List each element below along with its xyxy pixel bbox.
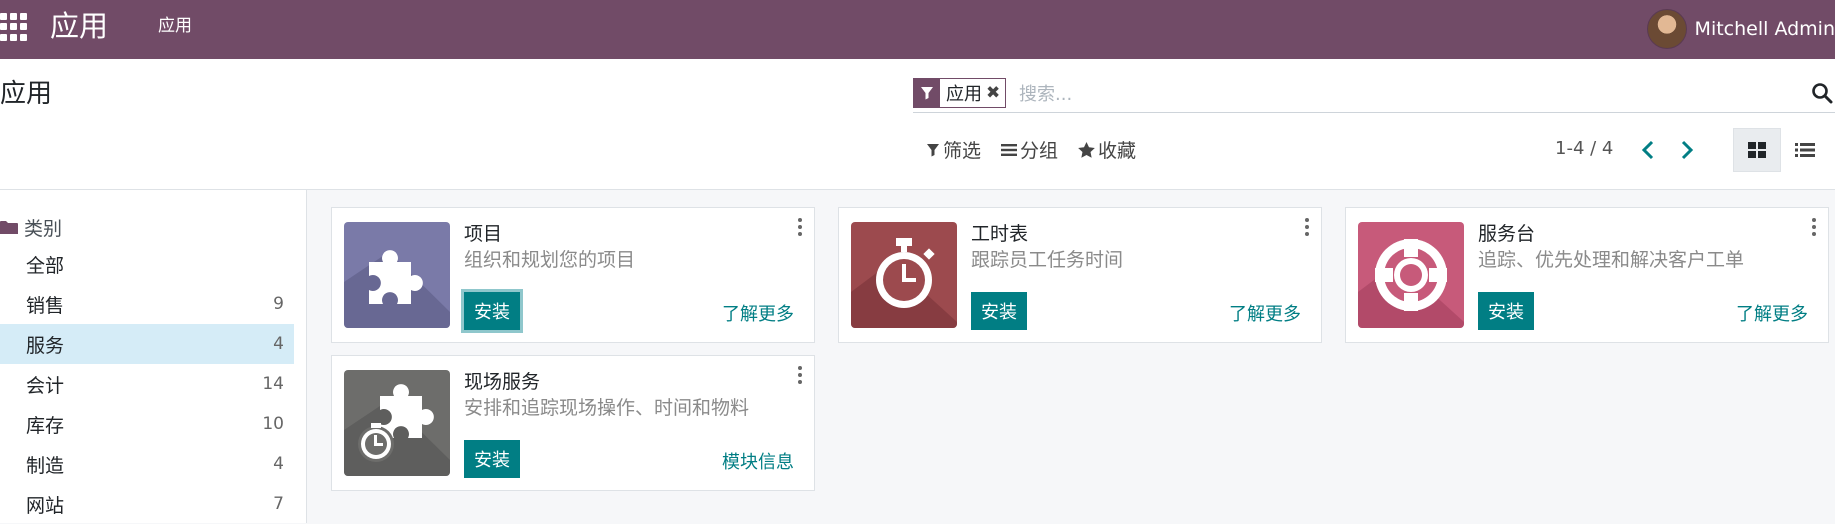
card-description: 组织和规划您的项目: [464, 249, 636, 271]
sidebar-item-website[interactable]: 网站 7: [0, 484, 294, 524]
card-description: 追踪、优先处理和解决客户工单: [1478, 249, 1745, 271]
stopwatch-icon: [851, 222, 957, 328]
favorites-label: 收藏: [1098, 140, 1137, 162]
card-menu-icon[interactable]: [1303, 217, 1311, 237]
sidebar-item-inventory[interactable]: 库存 10: [0, 404, 294, 444]
filters-button[interactable]: 筛选: [926, 136, 981, 163]
app-brand: 应用: [50, 9, 109, 43]
category-header: 类别: [0, 214, 62, 241]
card-title: 工时表: [971, 223, 1029, 245]
list-view-button[interactable]: [1781, 128, 1829, 172]
sidebar-item-count: 7: [273, 494, 284, 514]
pager-previous-button[interactable]: [1633, 135, 1663, 165]
sidebar-item-services[interactable]: 服务 4: [0, 324, 294, 364]
sidebar-item-sales[interactable]: 销售 9: [0, 284, 294, 324]
pager-next-button[interactable]: [1672, 135, 1702, 165]
sidebar-item-accounting[interactable]: 会计 14: [0, 364, 294, 404]
facet-remove-icon[interactable]: ✖: [986, 83, 1005, 103]
kanban-grid-icon: [1748, 142, 1766, 158]
app-card-project: 项目 组织和规划您的项目 安装 了解更多: [331, 207, 815, 343]
install-button[interactable]: 安装: [464, 292, 520, 330]
card-menu-icon[interactable]: [796, 365, 804, 385]
filters-label: 筛选: [943, 140, 982, 162]
category-sidebar: 类别 全部 销售 9 服务 4 会计 14 库存 10 制造 4 网站 7: [0, 190, 307, 523]
favorites-button[interactable]: 收藏: [1078, 136, 1136, 163]
puzzle-icon: [344, 222, 450, 328]
nav-menu-apps[interactable]: 应用: [158, 15, 192, 37]
sidebar-item-label: 全部: [26, 254, 65, 277]
avatar: [1646, 9, 1687, 49]
search-input[interactable]: [1017, 79, 1781, 109]
category-header-label: 类别: [24, 218, 63, 240]
user-menu[interactable]: Mitchell Admin: [1646, 7, 1835, 51]
card-title: 现场服务: [464, 371, 541, 393]
top-navbar: 应用 应用 Mitchell Admin: [0, 0, 1835, 59]
app-card-timesheet: 工时表 跟踪员工任务时间 安装 了解更多: [838, 207, 1322, 343]
sidebar-item-label: 会计: [26, 374, 65, 397]
sidebar-item-count: 4: [273, 454, 284, 474]
learn-more-link[interactable]: 了解更多: [1229, 300, 1301, 326]
facet-label: 应用: [946, 84, 982, 105]
sidebar-item-label: 销售: [26, 294, 65, 317]
card-description: 安排和追踪现场操作、时间和物料: [464, 397, 750, 419]
search-facet: 应用 ✖: [913, 78, 1007, 108]
install-button[interactable]: 安装: [1478, 292, 1534, 330]
lifebuoy-icon: [1358, 222, 1464, 328]
sidebar-item-label: 制造: [26, 454, 65, 477]
app-card-helpdesk: 服务台 追踪、优先处理和解决客户工单 安装 了解更多: [1345, 207, 1829, 343]
page-title: 应用: [0, 79, 53, 109]
search-options: 筛选 分组 收藏: [926, 136, 1136, 163]
search-icon[interactable]: [1811, 82, 1833, 104]
sidebar-item-count: 10: [262, 414, 284, 434]
sidebar-item-count: 9: [273, 294, 284, 314]
sidebar-item-label: 库存: [26, 414, 65, 437]
kanban-view-button[interactable]: [1733, 128, 1781, 172]
apps-menu-icon[interactable]: [0, 13, 28, 41]
app-card-field-service: 现场服务 安排和追踪现场操作、时间和物料 安装 模块信息: [331, 355, 815, 491]
star-icon: [1078, 141, 1095, 158]
puzzle-clock-icon: [344, 370, 450, 476]
learn-more-link[interactable]: 了解更多: [1736, 300, 1808, 326]
sidebar-item-label: 服务: [26, 334, 65, 357]
list-icon: [1001, 143, 1018, 156]
sidebar-item-count: 14: [262, 374, 284, 394]
learn-more-link[interactable]: 了解更多: [722, 300, 794, 326]
view-switcher: [1733, 128, 1829, 172]
search-bar: 应用 ✖: [913, 78, 1835, 113]
user-name: Mitchell Admin: [1694, 18, 1835, 40]
card-menu-icon[interactable]: [1810, 217, 1818, 237]
control-panel: 应用 应用 ✖ 筛选 分组 收藏 1-4 / 4: [0, 59, 1835, 190]
card-menu-icon[interactable]: [796, 217, 804, 237]
chevron-left-icon: [1641, 140, 1654, 160]
filter-icon: [914, 78, 940, 108]
sidebar-item-label: 网站: [26, 494, 65, 517]
sidebar-item-all[interactable]: 全部: [0, 244, 294, 284]
chevron-right-icon: [1681, 140, 1694, 160]
install-button[interactable]: 安装: [464, 440, 520, 478]
install-button[interactable]: 安装: [971, 292, 1027, 330]
folder-icon: [0, 221, 18, 234]
module-info-link[interactable]: 模块信息: [722, 448, 794, 474]
sidebar-item-count: 4: [273, 334, 284, 354]
list-view-icon: [1795, 143, 1815, 157]
filter-icon: [927, 143, 939, 156]
card-title: 服务台: [1478, 223, 1536, 245]
sidebar-item-manufacturing[interactable]: 制造 4: [0, 444, 294, 484]
group-by-button[interactable]: 分组: [1001, 136, 1058, 163]
card-title: 项目: [464, 223, 503, 245]
pager-value[interactable]: 1-4 / 4: [1555, 138, 1613, 159]
card-description: 跟踪员工任务时间: [971, 249, 1124, 271]
group-label: 分组: [1020, 140, 1059, 162]
